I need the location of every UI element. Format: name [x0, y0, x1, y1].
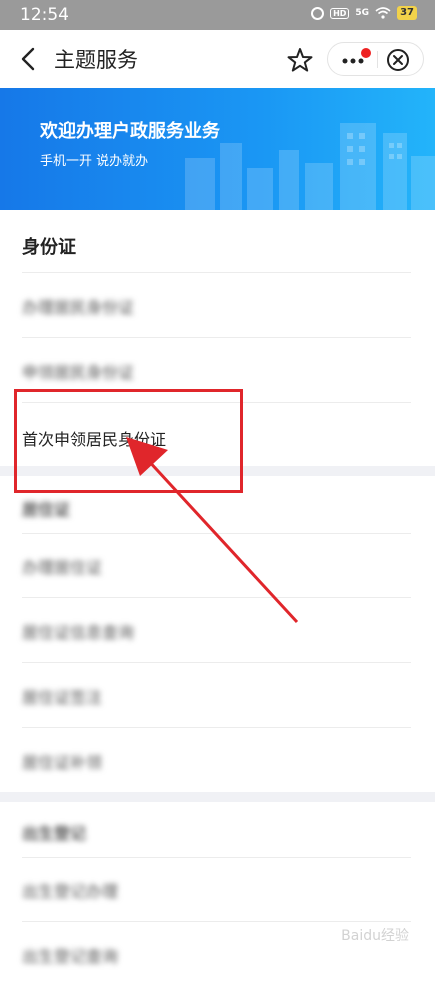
hd-icon: HD	[330, 7, 350, 19]
capsule-divider	[377, 51, 378, 68]
city-skyline-illustration	[185, 123, 435, 210]
section-gap	[0, 792, 435, 802]
nav-bar: 主题服务	[0, 30, 435, 88]
close-button[interactable]	[385, 47, 411, 73]
favorite-button[interactable]	[286, 46, 314, 74]
close-circle-icon	[387, 49, 409, 71]
more-dots-icon	[342, 48, 371, 64]
star-icon	[287, 48, 313, 72]
list-item-label: 办理居住证	[22, 558, 103, 577]
section-title: 出生登记	[22, 824, 87, 843]
list-item-label: 居住证签注	[22, 688, 103, 707]
list-item[interactable]: 出生登记办理	[0, 857, 435, 922]
status-icons: HD 5G 37	[311, 6, 417, 20]
list-item[interactable]: 办理居民身份证	[0, 273, 435, 338]
list-item[interactable]: 居住证补领	[0, 728, 435, 793]
back-button[interactable]	[14, 44, 44, 74]
list-item-label: 居住证信息查询	[22, 623, 135, 642]
list-item[interactable]: 居住证签注	[0, 663, 435, 728]
list-item-label: 办理居民身份证	[22, 298, 135, 317]
list-item[interactable]: 办理居住证	[0, 533, 435, 598]
list-item-label: 出生登记查询	[22, 947, 119, 966]
page-title: 主题服务	[54, 48, 138, 72]
section-title: 居住证	[22, 500, 71, 519]
status-bar: 12:54 HD 5G 37	[0, 0, 435, 30]
more-button[interactable]	[336, 47, 372, 71]
list-item-label: 申领居民身份证	[22, 363, 135, 382]
battery-icon: 37	[397, 6, 417, 20]
status-time: 12:54	[20, 5, 69, 25]
chevron-left-icon	[21, 47, 35, 71]
watermark-text: Baidu经验	[341, 928, 409, 944]
list-item-label: 出生登记办理	[22, 882, 119, 901]
network-label: 5G	[355, 8, 370, 18]
highlight-box	[14, 389, 243, 493]
alarm-icon	[311, 6, 325, 20]
list-item[interactable]: 居住证信息查询	[0, 598, 435, 663]
list-item-label: 居住证补领	[22, 753, 103, 772]
mini-program-capsule	[327, 42, 424, 76]
banner-subtitle: 手机一开 说办就办	[40, 154, 149, 169]
banner: 欢迎办理户政服务业务 手机一开 说办就办	[0, 88, 435, 210]
wifi-icon	[375, 7, 391, 19]
section-title: 身份证	[22, 237, 76, 258]
